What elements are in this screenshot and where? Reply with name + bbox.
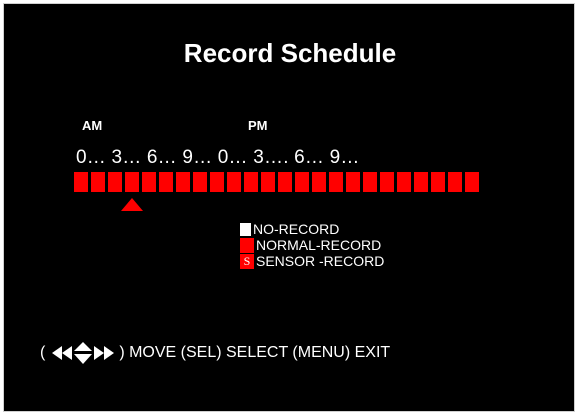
legend: NO-RECORD NORMAL-RECORD S SENSOR -RECORD	[240, 221, 384, 269]
help-open-paren: (	[40, 344, 46, 361]
schedule-slot-13[interactable]	[295, 172, 309, 192]
schedule-slot-21[interactable]	[431, 172, 445, 192]
schedule-slot-2[interactable]	[108, 172, 122, 192]
hour-scale: 0… 3… 6… 9… 0… 3…. 6… 9…	[76, 147, 360, 168]
schedule-slot-3[interactable]	[125, 172, 139, 192]
am-label: AM	[82, 118, 103, 133]
schedule-slots	[74, 172, 479, 192]
pm-label: PM	[248, 118, 268, 133]
help-bar: ( ) MOVE (SEL) SELECT (MENU) EXIT	[40, 342, 390, 364]
rewind-left-icon	[51, 346, 73, 360]
schedule-slot-16[interactable]	[346, 172, 360, 192]
schedule-slot-12[interactable]	[278, 172, 292, 192]
help-text: ) MOVE (SEL) SELECT (MENU) EXIT	[119, 344, 391, 361]
schedule-slot-5[interactable]	[159, 172, 173, 192]
schedule-slot-11[interactable]	[261, 172, 275, 192]
schedule-slot-7[interactable]	[193, 172, 207, 192]
schedule-slot-19[interactable]	[397, 172, 411, 192]
schedule-slot-23[interactable]	[465, 172, 479, 192]
sensor-record-swatch: S	[240, 253, 254, 269]
schedule-slot-8[interactable]	[210, 172, 224, 192]
schedule-slot-6[interactable]	[176, 172, 190, 192]
schedule-slot-1[interactable]	[91, 172, 105, 192]
schedule-slot-17[interactable]	[363, 172, 377, 192]
schedule-slot-18[interactable]	[380, 172, 394, 192]
slot-cursor-icon	[121, 198, 143, 211]
schedule-slot-14[interactable]	[312, 172, 326, 192]
osd-screen: Record Schedule AM PM 0… 3… 6… 9… 0… 3….…	[3, 3, 575, 412]
legend-item-sensor-record: S SENSOR -RECORD	[240, 253, 384, 269]
schedule-slot-10[interactable]	[244, 172, 258, 192]
screen-title: Record Schedule	[183, 38, 397, 68]
legend-item-normal-record: NORMAL-RECORD	[240, 237, 384, 253]
up-down-icon	[74, 342, 93, 364]
schedule-slot-0[interactable]	[74, 172, 88, 192]
legend-label-no-record: NO-RECORD	[253, 220, 340, 237]
schedule-slot-4[interactable]	[142, 172, 156, 192]
legend-label-sensor-record: SENSOR -RECORD	[256, 252, 385, 269]
schedule-slot-22[interactable]	[448, 172, 462, 192]
normal-record-swatch	[240, 237, 254, 253]
fast-forward-right-icon	[93, 346, 115, 360]
schedule-slot-15[interactable]	[329, 172, 343, 192]
no-record-swatch	[240, 222, 251, 236]
legend-label-normal-record: NORMAL-RECORD	[256, 236, 382, 253]
legend-item-no-record: NO-RECORD	[240, 221, 384, 237]
schedule-slot-9[interactable]	[227, 172, 241, 192]
schedule-slot-20[interactable]	[414, 172, 428, 192]
